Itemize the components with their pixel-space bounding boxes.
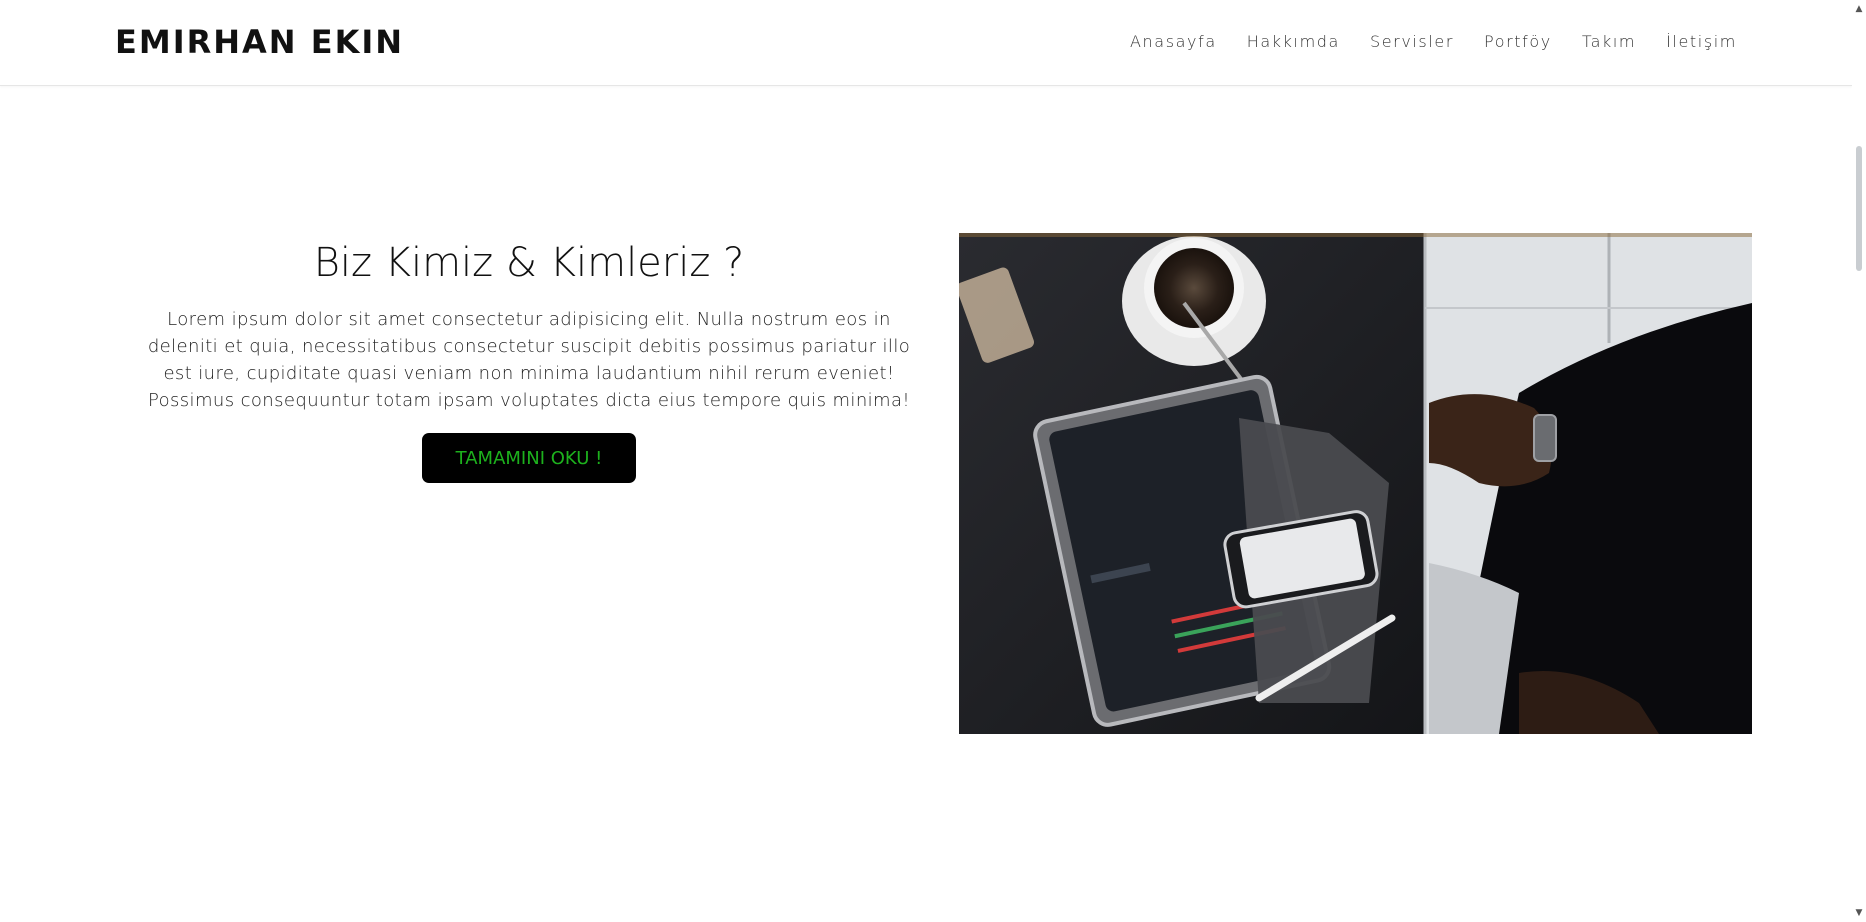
nav-link-hakkimda[interactable]: Hakkımda — [1247, 29, 1340, 55]
read-more-button[interactable]: TAMAMINI OKU ! — [422, 433, 636, 483]
nav-link-portfoy[interactable]: Portföy — [1484, 29, 1552, 55]
chevron-down-icon[interactable]: ▼ — [1852, 906, 1866, 920]
nav-link-servisler[interactable]: Servisler — [1370, 29, 1454, 55]
page: EMIRHAN EKIN Anasayfa Hakkımda Servisler… — [0, 0, 1866, 922]
scrollbar-thumb[interactable] — [1856, 146, 1862, 271]
nav-link-takim[interactable]: Takım — [1582, 29, 1636, 55]
about-title: Biz Kimiz & Kimleriz ? — [313, 240, 745, 286]
nav-link-anasayfa[interactable]: Anasayfa — [1130, 29, 1217, 55]
page-scrollbar[interactable]: ▲ ▼ — [1852, 0, 1866, 922]
nav-menu: Anasayfa Hakkımda Servisler Portföy Takı… — [1130, 29, 1737, 55]
navbar: EMIRHAN EKIN Anasayfa Hakkımda Servisler… — [0, 0, 1852, 86]
about-photo — [959, 233, 1752, 734]
about-body: Lorem ipsum dolor sit amet consectetur a… — [147, 309, 911, 411]
about-section: Biz Kimiz & Kimleriz ? Lorem ipsum dolor… — [140, 232, 918, 483]
brand-logo[interactable]: EMIRHAN EKIN — [115, 22, 404, 62]
nav-link-iletisim[interactable]: İletişim — [1666, 29, 1737, 55]
chevron-up-icon[interactable]: ▲ — [1852, 2, 1866, 16]
